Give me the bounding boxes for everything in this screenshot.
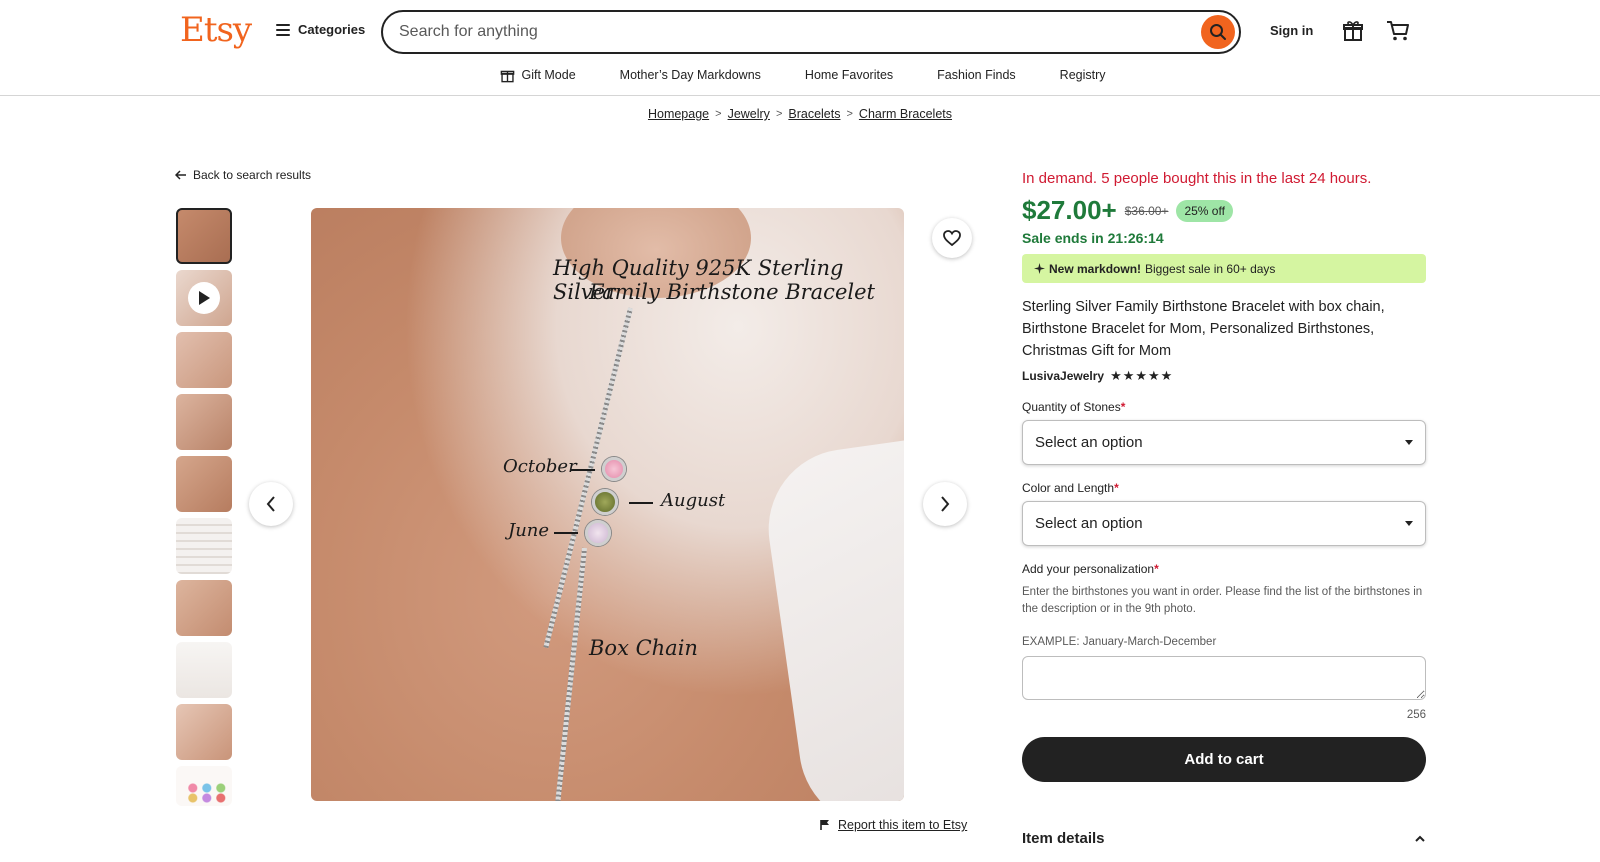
october-stone (602, 457, 626, 481)
shop-name-link[interactable]: LusivaJewelry (1022, 369, 1104, 383)
required-mark: * (1120, 400, 1126, 414)
caret-down-icon (1405, 440, 1413, 445)
main-product-image[interactable]: High Quality 925K Sterling Silver Family… (311, 208, 904, 801)
thumbnail-5[interactable] (176, 456, 232, 512)
item-details-label: Item details (1022, 830, 1105, 847)
play-icon (188, 282, 220, 314)
thumbnail-7[interactable] (176, 580, 232, 636)
arrow-left-icon (175, 170, 186, 180)
report-label: Report this item to Etsy (838, 818, 968, 832)
categories-button[interactable]: Categories (276, 22, 365, 37)
cart-icon[interactable] (1386, 20, 1410, 47)
breadcrumb: Homepage > Jewelry > Bracelets > Charm B… (0, 107, 1600, 121)
color-length-label-text: Color and Length (1022, 481, 1115, 495)
nav-registry[interactable]: Registry (1060, 64, 1106, 86)
markdown-title: New markdown! (1049, 261, 1142, 276)
product-title: Sterling Silver Family Birthstone Bracel… (1022, 299, 1385, 359)
image-label-october: October (503, 456, 577, 477)
caret-down-icon (1405, 521, 1413, 526)
thumbnail-3[interactable] (176, 332, 232, 388)
sparkle-icon (1034, 263, 1045, 274)
color-length-select[interactable]: Select an option (1022, 501, 1426, 546)
product-info-panel: In demand. 5 people bought this in the l… (1022, 170, 1426, 782)
nav-fashion-finds[interactable]: Fashion Finds (937, 64, 1016, 86)
demand-notice: In demand. 5 people bought this in the l… (1022, 170, 1372, 187)
chevron-right-icon: > (846, 108, 853, 120)
thumbnail-1[interactable] (176, 208, 232, 264)
thumbnail-4[interactable] (176, 394, 232, 450)
personalization-help: Enter the birthstones you want in order.… (1022, 586, 1423, 615)
next-image-button[interactable] (923, 482, 967, 526)
breadcrumb-charm-bracelets[interactable]: Charm Bracelets (859, 107, 952, 121)
add-to-cart-button[interactable]: Add to cart (1022, 737, 1426, 782)
quantity-label: Quantity of Stones* (1022, 400, 1426, 414)
personalization-label-text: Add your personalization (1022, 562, 1155, 576)
image-title-line2: Family Birthstone Bracelet (589, 280, 875, 304)
thumbnail-9[interactable] (176, 704, 232, 760)
sign-in-link[interactable]: Sign in (1270, 23, 1313, 38)
menu-icon (276, 23, 290, 36)
report-item-link[interactable]: Report this item to Etsy (820, 818, 967, 832)
personalization-input[interactable] (1022, 656, 1426, 700)
sub-navigation: Gift Mode Mother’s Day Markdowns Home Fa… (0, 64, 1600, 86)
categories-label: Categories (298, 22, 366, 37)
search-input[interactable] (399, 20, 1179, 44)
sale-price: $27.00+ (1022, 195, 1117, 225)
personalization-example: EXAMPLE: January-March-December (1022, 636, 1217, 648)
sale-countdown: Sale ends in 21:26:14 (1022, 230, 1164, 246)
character-counter: 256 (1406, 709, 1426, 721)
thumbnail-6[interactable] (176, 518, 232, 574)
heart-icon (943, 230, 961, 246)
favorite-button[interactable] (932, 218, 972, 258)
search-button[interactable] (1201, 15, 1235, 49)
chevron-right-icon: > (715, 108, 722, 120)
markdown-banner: New markdown! Biggest sale in 60+ days (1022, 254, 1426, 283)
chevron-left-icon (266, 496, 275, 512)
chevron-right-icon: > (775, 108, 783, 120)
breadcrumb-homepage[interactable]: Homepage (648, 107, 709, 121)
required-mark: * (1154, 562, 1159, 576)
rating-stars-icon[interactable]: ★★★★★ (1110, 368, 1173, 384)
nav-mothers-day-markdowns[interactable]: Mother’s Day Markdowns (620, 64, 761, 86)
gift-icon[interactable] (1342, 20, 1364, 47)
chevron-up-icon (1415, 835, 1425, 842)
quantity-label-text: Quantity of Stones (1022, 400, 1121, 414)
chevron-right-icon (941, 496, 950, 512)
nav-home-favorites[interactable]: Home Favorites (805, 64, 893, 86)
nav-gift-mode[interactable]: Gift Mode (500, 64, 576, 86)
image-label-june: June (508, 520, 550, 541)
image-label-box-chain: Box Chain (589, 636, 698, 660)
thumbnail-8[interactable] (176, 642, 232, 698)
breadcrumb-bracelets[interactable]: Bracelets (788, 107, 840, 121)
thumbnail-video[interactable] (176, 270, 232, 326)
color-length-select-value: Select an option (1035, 515, 1143, 532)
gift-icon (501, 70, 515, 82)
search-bar (381, 10, 1241, 54)
june-stone (585, 520, 611, 546)
original-price: $36.00+ (1124, 203, 1169, 218)
search-icon (1210, 24, 1226, 40)
flag-icon (820, 820, 829, 830)
nav-label: Gift Mode (521, 68, 576, 82)
item-details-toggle[interactable]: Item details (1022, 830, 1426, 847)
quantity-select-value: Select an option (1035, 434, 1143, 451)
image-label-august: August (661, 490, 726, 511)
personalization-label: Add your personalization* (1022, 562, 1426, 576)
back-label: Back to search results (193, 168, 312, 182)
august-stone (592, 489, 618, 515)
price-row: $27.00+ $36.00+ 25% off (1022, 195, 1426, 226)
back-to-results-link[interactable]: Back to search results (175, 168, 311, 182)
markdown-text: Biggest sale in 60+ days (1145, 261, 1276, 276)
breadcrumb-jewelry[interactable]: Jewelry (728, 107, 770, 121)
etsy-logo[interactable]: Etsy (180, 10, 252, 50)
quantity-select[interactable]: Select an option (1022, 420, 1426, 465)
required-mark: * (1114, 481, 1119, 495)
site-header: Etsy Categories Sign in (0, 0, 1600, 96)
discount-badge: 25% off (1176, 199, 1233, 222)
thumbnail-10[interactable] (176, 766, 232, 806)
previous-image-button[interactable] (249, 482, 293, 526)
color-length-label: Color and Length* (1022, 481, 1426, 495)
shop-row: LusivaJewelry ★★★★★ (1022, 368, 1426, 384)
thumbnail-list (176, 208, 232, 812)
